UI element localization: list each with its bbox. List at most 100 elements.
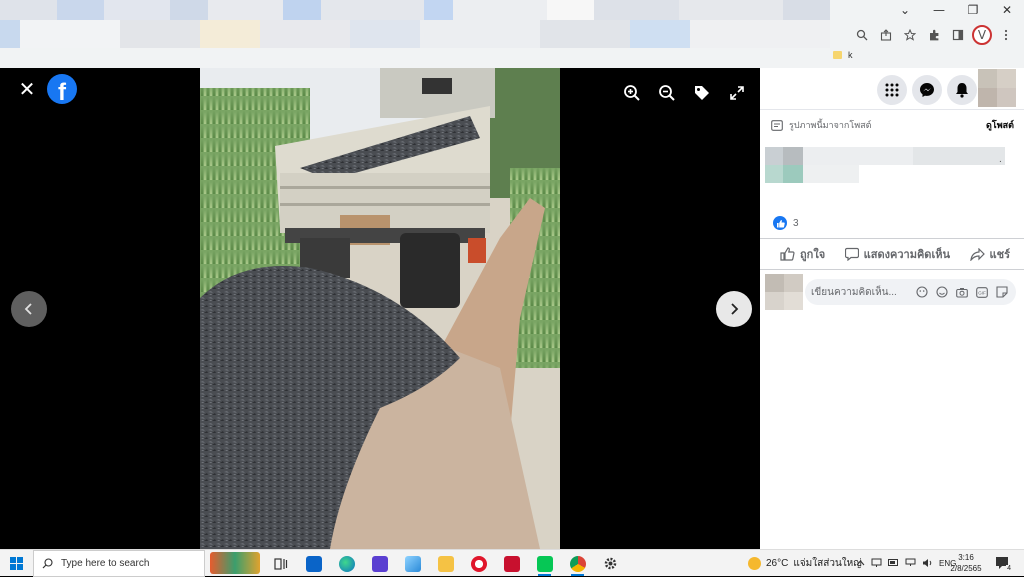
chrome-icon[interactable] [561, 550, 594, 577]
tab-search-icon[interactable]: ⌄ [888, 0, 922, 20]
emoji-icon[interactable] [934, 284, 950, 300]
extensions-icon[interactable] [924, 25, 944, 45]
avatar-sticker-icon[interactable] [914, 284, 930, 300]
taskbar-clock[interactable]: 3:16 2/8/2565 [946, 552, 986, 574]
menu-grid-button[interactable] [877, 75, 907, 105]
chevron-left-icon [24, 303, 32, 315]
comment-placeholder: เขียนความคิดเห็น... [811, 286, 897, 298]
like-reaction-icon [773, 216, 787, 230]
taskbar-apps [264, 550, 627, 577]
fullscreen-icon[interactable] [726, 82, 748, 104]
tab-strip-blurred [0, 0, 830, 20]
zoom-in-icon[interactable] [621, 82, 643, 104]
photo-viewer: ✕ f [0, 68, 760, 549]
chevron-up-icon[interactable] [856, 559, 865, 568]
mail-icon[interactable] [297, 550, 330, 577]
maximize-button[interactable]: ❐ [956, 0, 990, 20]
volume-icon[interactable] [922, 558, 933, 570]
task-view-icon[interactable] [264, 550, 297, 577]
news-widget-icon[interactable] [210, 552, 260, 574]
tag-icon[interactable] [691, 82, 713, 104]
post-photo [200, 68, 560, 549]
battery-icon[interactable] [888, 559, 899, 568]
bookmark-item[interactable]: k [833, 50, 853, 60]
taskbar-search[interactable]: Type here to search [33, 550, 205, 577]
opera-icon[interactable] [462, 550, 495, 577]
share-button[interactable]: แชร์ [969, 245, 1010, 263]
viewer-toolbar [621, 82, 748, 104]
reaction-count: 3 [793, 217, 799, 229]
notification-center-icon[interactable]: 4 [994, 555, 1012, 573]
comment-label: แสดงความคิดเห็น [863, 249, 950, 261]
svg-text:GIF: GIF [978, 290, 986, 295]
zoom-out-icon[interactable] [656, 82, 678, 104]
bookmark-label: k [848, 50, 853, 60]
view-post-link[interactable]: ดูโพสต์ [986, 118, 1014, 132]
settings-icon[interactable] [594, 550, 627, 577]
comment-tools: GIF [914, 284, 1010, 300]
share-icon[interactable] [876, 25, 896, 45]
windows-start-icon[interactable] [10, 557, 23, 570]
profile-icon[interactable]: V [972, 25, 992, 45]
camera-icon[interactable] [954, 284, 970, 300]
facebook-logo-letter: f [58, 79, 66, 104]
kebab-menu-icon[interactable] [996, 25, 1016, 45]
notifications-button[interactable] [947, 75, 977, 105]
next-photo-button[interactable] [716, 291, 752, 327]
system-tray: ENG [856, 550, 956, 577]
post-icon [771, 119, 783, 131]
sticker-icon[interactable] [994, 284, 1010, 300]
visual-studio-icon[interactable] [363, 550, 396, 577]
messenger-icon [920, 83, 934, 97]
weather-temp: 26°C [766, 558, 789, 569]
close-window-button[interactable]: ✕ [990, 0, 1024, 20]
network-icon[interactable] [905, 558, 916, 569]
post-caption-blurred [765, 147, 1005, 185]
display-icon[interactable] [871, 558, 882, 570]
sidebar-icon[interactable] [948, 25, 968, 45]
share-arrow-icon [969, 247, 985, 261]
line-icon[interactable] [528, 550, 561, 577]
thumbs-up-icon [780, 247, 795, 261]
messenger-button[interactable] [912, 75, 942, 105]
comment-button[interactable]: แสดงความคิดเห็น [844, 245, 950, 263]
red-app-icon[interactable] [495, 550, 528, 577]
window-controls: ⌄ — ❐ ✕ [888, 0, 1024, 20]
minimize-button[interactable]: — [922, 0, 956, 20]
like-button[interactable]: ถูกใจ [780, 245, 825, 263]
edge-icon[interactable] [330, 550, 363, 577]
post-actions: ถูกใจ แสดงความคิดเห็น แชร์ [760, 238, 1024, 270]
weather-icon [748, 557, 761, 570]
comment-composer: เขียนความคิดเห็น... GIF [765, 274, 1016, 310]
post-sidebar: รูปภาพนี้มาจากโพสต์ ดูโพสต์ . 3 ถูกใจ แส… [760, 68, 1024, 549]
clock-date: 2/8/2565 [950, 564, 982, 573]
taskbar-search-placeholder: Type here to search [61, 558, 150, 569]
chevron-right-icon [731, 303, 739, 315]
browser-toolbar: V [852, 24, 1016, 46]
facebook-logo[interactable]: f [47, 74, 77, 104]
gif-icon[interactable]: GIF [974, 284, 990, 300]
bell-icon [956, 83, 968, 98]
weather-text: แจ่มใสส่วนใหญ่ [793, 558, 862, 569]
comment-icon [844, 247, 859, 261]
close-viewer-button[interactable]: ✕ [16, 77, 38, 101]
address-bar-blurred[interactable] [0, 20, 830, 48]
app-store-icon[interactable] [396, 550, 429, 577]
windows-taskbar: Type here to search 26°C แจ่มใสส่วนใหญ่ … [0, 549, 1024, 577]
star-icon[interactable] [900, 25, 920, 45]
reaction-summary[interactable]: 3 [773, 216, 799, 230]
sidebar-header [760, 68, 1024, 110]
weather-widget[interactable]: 26°C แจ่มใสส่วนใหญ่ [748, 550, 862, 577]
like-label: ถูกใจ [800, 249, 826, 261]
comment-input[interactable]: เขียนความคิดเห็น... GIF [805, 279, 1016, 305]
search-icon [42, 558, 53, 569]
file-explorer-icon[interactable] [429, 550, 462, 577]
commenter-avatar [765, 274, 803, 310]
browser-chrome: ⌄ — ❐ ✕ V k [0, 0, 1024, 68]
account-avatar[interactable] [978, 69, 1016, 107]
zoom-icon[interactable] [852, 25, 872, 45]
previous-photo-button[interactable] [11, 291, 47, 327]
folder-icon [833, 51, 842, 59]
grid-icon [885, 83, 899, 97]
caption-end: . [999, 154, 1002, 165]
